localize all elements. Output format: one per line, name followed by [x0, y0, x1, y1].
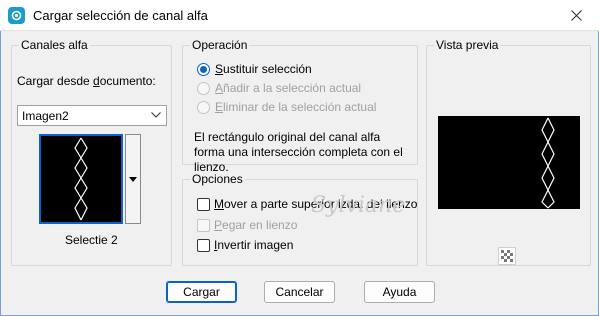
- preview-group: Vista previa: [426, 38, 591, 266]
- alpha-channels-legend: Canales alfa: [19, 38, 90, 52]
- operation-description: El rectángulo original del canal alfa fo…: [194, 130, 403, 174]
- invert-image-label: Invertir imagen: [214, 238, 294, 252]
- operation-group: Operación Sustituir selección Añadir a l…: [182, 38, 418, 174]
- preview-zoom-button[interactable]: [498, 247, 516, 265]
- radio-unchecked-icon: [197, 100, 210, 114]
- paste-on-canvas-label: Pegar en lienzo: [214, 218, 298, 232]
- alpha-channels-group: Canales alfa Cargar desde documento: Ima…: [11, 38, 172, 266]
- dropdown-arrow-icon: [129, 177, 137, 182]
- radio-unchecked-icon: [197, 81, 210, 95]
- remove-from-selection-radio[interactable]: Eliminar de la selección actual: [197, 100, 376, 114]
- radio-checked-icon: [197, 62, 210, 76]
- invert-image-checkbox[interactable]: Invertir imagen: [197, 238, 293, 252]
- checkbox-unchecked-icon: [197, 238, 210, 252]
- dialog-body: Canales alfa Cargar desde documento: Ima…: [0, 31, 599, 316]
- cancel-button[interactable]: Cancelar: [264, 281, 335, 303]
- add-to-selection-radio[interactable]: Añadir a la selección actual: [197, 81, 361, 95]
- load-button[interactable]: Cargar: [166, 281, 237, 303]
- chevron-down-icon: [151, 112, 161, 118]
- remove-from-selection-label: Eliminar de la selección actual: [215, 100, 377, 114]
- move-to-top-left-label: Mover a parte superior izda. del lienzo: [214, 197, 418, 211]
- move-to-top-left-checkbox[interactable]: Mover a parte superior izda. del lienzo: [197, 197, 417, 211]
- document-select-value: Imagen2: [22, 109, 69, 123]
- channel-name-label: Selectie 2: [65, 233, 118, 247]
- window-title: Cargar selección de canal alfa: [33, 8, 208, 23]
- close-button[interactable]: [553, 0, 599, 31]
- options-legend: Opciones: [190, 172, 245, 186]
- app-icon: [8, 7, 25, 24]
- help-button[interactable]: Ayuda: [364, 281, 435, 303]
- paste-on-canvas-checkbox[interactable]: Pegar en lienzo: [197, 218, 297, 232]
- channel-thumbnail[interactable]: [39, 134, 123, 224]
- checker-icon: [501, 250, 513, 262]
- channel-dropdown-button[interactable]: [125, 134, 141, 224]
- replace-selection-radio[interactable]: Sustituir selección: [197, 62, 312, 76]
- load-from-document-label: Cargar desde documento:: [17, 74, 156, 88]
- add-to-selection-label: Añadir a la selección actual: [215, 81, 362, 95]
- preview-legend: Vista previa: [434, 38, 501, 52]
- preview-image: [438, 116, 580, 209]
- close-icon: [570, 10, 582, 21]
- checkbox-unchecked-icon: [197, 218, 210, 232]
- operation-legend: Operación: [190, 38, 250, 52]
- title-bar: Cargar selección de canal alfa: [0, 0, 599, 31]
- checkbox-unchecked-icon: [197, 197, 210, 211]
- document-select[interactable]: Imagen2: [17, 105, 167, 126]
- replace-selection-label: Sustituir selección: [215, 62, 312, 76]
- options-group: Opciones Mover a parte superior izda. de…: [182, 172, 418, 266]
